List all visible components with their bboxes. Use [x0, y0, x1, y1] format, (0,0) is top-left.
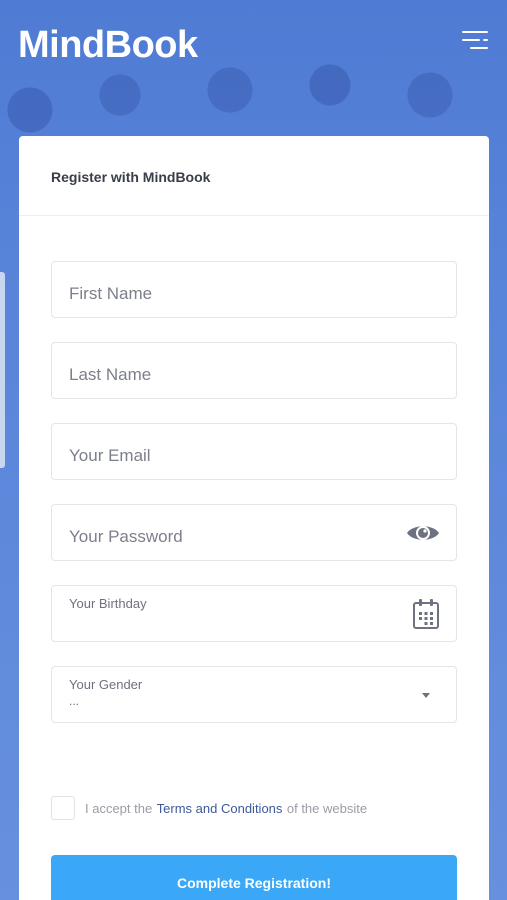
terms-suffix: of the website [286, 800, 368, 816]
card-header: Register with MindBook [19, 136, 489, 216]
calendar-icon[interactable] [412, 598, 440, 630]
header: MindBook [0, 0, 507, 90]
password-field[interactable]: Your Password [51, 504, 457, 561]
terms-prefix: I accept the [85, 800, 153, 816]
first-name-field[interactable]: First Name [51, 261, 457, 318]
gender-select[interactable]: Your Gender ... [51, 666, 457, 723]
email-placeholder: Your Email [69, 446, 151, 465]
first-name-placeholder: First Name [69, 284, 153, 303]
birthday-label: Your Birthday [69, 596, 147, 611]
email-field[interactable]: Your Email [51, 423, 457, 480]
gender-value: ... [69, 694, 80, 708]
card-title: Register with MindBook [51, 169, 211, 185]
last-name-field[interactable]: Last Name [51, 342, 457, 399]
caret-down-icon [422, 693, 430, 698]
password-placeholder: Your Password [69, 527, 183, 546]
complete-registration-button[interactable]: Complete Registration! [51, 855, 457, 900]
eye-icon[interactable] [406, 521, 440, 545]
side-drawer-handle[interactable] [0, 272, 5, 468]
birthday-field[interactable]: Your Birthday [51, 585, 457, 642]
last-name-placeholder: Last Name [69, 365, 152, 384]
terms-checkbox[interactable] [51, 796, 75, 820]
registration-card: Register with MindBook First Name Last N… [19, 136, 489, 900]
logo: MindBook [18, 24, 198, 66]
terms-link[interactable]: Terms and Conditions [157, 801, 283, 816]
gender-label: Your Gender [69, 677, 143, 692]
menu-icon[interactable] [462, 28, 490, 52]
terms-row: I accept the Terms and Conditions of the… [51, 796, 367, 820]
